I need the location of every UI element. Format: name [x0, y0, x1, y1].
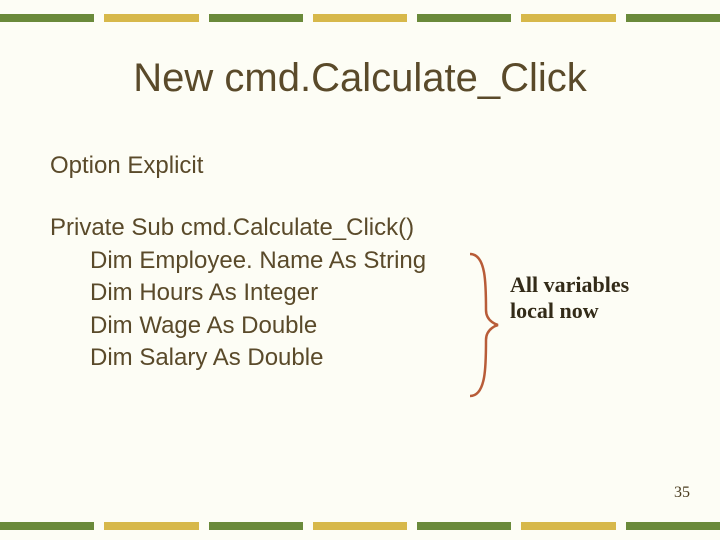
bottom-decorative-stripe — [0, 522, 720, 530]
annotation-line2: local now — [510, 298, 629, 324]
slide-title: New cmd.Calculate_Click — [0, 56, 720, 101]
code-line-dim1: Dim Employee. Name As String — [50, 245, 426, 277]
code-line-option: Option Explicit — [50, 150, 426, 182]
page-number: 35 — [674, 484, 690, 502]
code-line-sub: Private Sub cmd.Calculate_Click() — [50, 212, 426, 244]
top-decorative-stripe — [0, 14, 720, 22]
code-line-dim4: Dim Salary As Double — [50, 342, 426, 374]
annotation-text: All variables local now — [510, 272, 629, 325]
code-line-dim3: Dim Wage As Double — [50, 310, 426, 342]
curly-brace-icon — [460, 250, 500, 400]
annotation-line1: All variables — [510, 272, 629, 298]
code-line-dim2: Dim Hours As Integer — [50, 277, 426, 309]
code-block: Option Explicit Private Sub cmd.Calculat… — [50, 150, 426, 374]
